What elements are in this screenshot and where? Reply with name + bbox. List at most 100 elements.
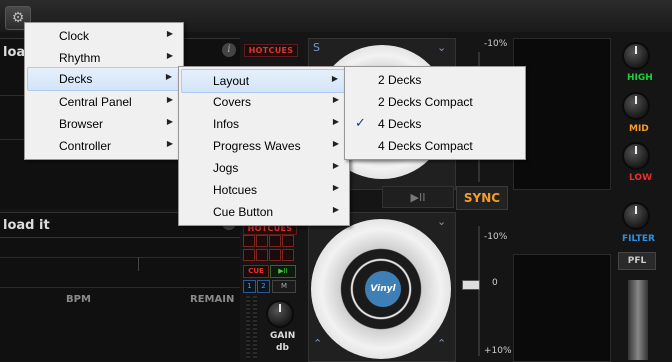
menu-item-controller[interactable]: Controller ▶ bbox=[27, 135, 181, 157]
menu-item-label: Controller bbox=[59, 139, 112, 153]
menu-item-label: Cue Button bbox=[213, 205, 274, 219]
hotcue-pad[interactable] bbox=[256, 249, 268, 261]
menu-item-infos[interactable]: Infos ▶ bbox=[181, 113, 347, 135]
hotcue-pad[interactable] bbox=[269, 249, 281, 261]
chevron-up-icon[interactable]: ⌃ bbox=[313, 337, 322, 350]
submenu-arrow-icon: ▶ bbox=[165, 72, 172, 81]
menu-item-label: Covers bbox=[213, 95, 252, 109]
hotcue-pad[interactable] bbox=[243, 249, 255, 261]
knob-indicator bbox=[635, 146, 637, 154]
eq-low-label: LOW bbox=[629, 173, 652, 183]
level-meter bbox=[246, 296, 250, 360]
submenu-arrow-icon: ▶ bbox=[332, 205, 339, 214]
menu-item-browser[interactable]: Browser ▶ bbox=[27, 113, 181, 135]
menu-item-label: Rhythm bbox=[59, 51, 101, 65]
gain-knob[interactable] bbox=[266, 300, 294, 328]
divider bbox=[138, 257, 139, 271]
submenu-arrow-icon: ▶ bbox=[332, 183, 339, 192]
divider bbox=[0, 287, 240, 288]
bpm-label: BPM bbox=[66, 294, 91, 305]
hotcue-pad[interactable] bbox=[243, 235, 255, 247]
hotcue-pad[interactable] bbox=[282, 249, 294, 261]
info-icon[interactable]: i bbox=[222, 43, 236, 57]
waveform-scope-top bbox=[513, 38, 611, 190]
submenu-arrow-icon: ▶ bbox=[166, 139, 173, 148]
eq-high-knob[interactable] bbox=[622, 42, 650, 70]
play-pause-icon[interactable]: ▶II bbox=[382, 186, 454, 208]
context-menu-layout: 2 Decks 2 Decks Compact ✓ 4 Decks 4 Decks… bbox=[344, 66, 526, 160]
chevron-down-icon[interactable]: ⌄ bbox=[437, 215, 446, 228]
hotcue-pad[interactable] bbox=[256, 235, 268, 247]
pitch-bottom-pct: +10% bbox=[484, 346, 512, 356]
menu-item-cue-button[interactable]: Cue Button ▶ bbox=[181, 201, 347, 223]
menu-item-hotcues[interactable]: Hotcues ▶ bbox=[181, 179, 347, 201]
menu-item-2-decks-compact[interactable]: 2 Decks Compact bbox=[347, 91, 523, 113]
menu-item-rhythm[interactable]: Rhythm ▶ bbox=[27, 47, 181, 69]
filter-knob[interactable] bbox=[622, 202, 650, 230]
play-pause-top[interactable]: ▶II bbox=[382, 186, 454, 208]
menu-item-4-decks[interactable]: ✓ 4 Decks bbox=[347, 113, 523, 135]
menu-item-progress-waves[interactable]: Progress Waves ▶ bbox=[181, 135, 347, 157]
filter-label: FILTER bbox=[622, 234, 655, 244]
menu-item-2-decks[interactable]: 2 Decks bbox=[347, 69, 523, 91]
menu-item-label: 4 Decks bbox=[378, 117, 422, 131]
menu-item-covers[interactable]: Covers ▶ bbox=[181, 91, 347, 113]
knob-indicator bbox=[635, 96, 637, 104]
menu-item-label: Central Panel bbox=[59, 95, 132, 109]
hotcues-label-top: HOTCUES bbox=[244, 44, 298, 57]
pitch-bottom-top-pct: -10% bbox=[484, 232, 508, 242]
jog-frame-bottom: ⌄ ⌃ ⌃ Vinyl bbox=[308, 212, 456, 362]
pfl-button[interactable]: PFL bbox=[618, 252, 656, 270]
eq-low-knob[interactable] bbox=[622, 142, 650, 170]
menu-item-clock[interactable]: Clock ▶ bbox=[27, 25, 181, 47]
menu-item-label: Clock bbox=[59, 29, 90, 43]
vinyl-logo: Vinyl bbox=[363, 269, 403, 309]
submenu-arrow-icon: ▶ bbox=[332, 139, 339, 148]
context-menu-main: Clock ▶ Rhythm ▶ Decks ▶ Central Panel ▶ Bro… bbox=[24, 22, 184, 160]
play-pause-button[interactable]: ▶II bbox=[270, 265, 296, 278]
corner-s-icon: S bbox=[313, 41, 320, 54]
submenu-arrow-icon: ▶ bbox=[166, 29, 173, 38]
hotcue-pad[interactable] bbox=[269, 235, 281, 247]
menu-item-decks[interactable]: Decks ▶ bbox=[27, 67, 181, 91]
master-button[interactable]: M bbox=[272, 280, 296, 293]
submenu-arrow-icon: ▶ bbox=[166, 117, 173, 126]
pitch-track-bottom[interactable] bbox=[478, 226, 480, 356]
menu-item-4-decks-compact[interactable]: 4 Decks Compact bbox=[347, 135, 523, 157]
channel-fader[interactable] bbox=[628, 280, 648, 360]
cue-button[interactable]: CUE bbox=[243, 265, 269, 278]
deck-num-1[interactable]: 1 bbox=[243, 280, 256, 293]
knob-indicator bbox=[279, 304, 281, 312]
pitch-mid-value: 0 bbox=[492, 278, 498, 288]
sync-button[interactable]: SYNC bbox=[456, 186, 508, 210]
menu-item-label: Decks bbox=[59, 72, 93, 86]
submenu-arrow-icon: ▶ bbox=[166, 95, 173, 104]
divider bbox=[0, 237, 240, 238]
context-menu-decks: Layout ▶ Covers ▶ Infos ▶ Progress Waves ▶ J… bbox=[178, 66, 350, 226]
hotcue-pad[interactable] bbox=[282, 235, 294, 247]
deck-num-2[interactable]: 2 bbox=[257, 280, 270, 293]
submenu-arrow-icon: ▶ bbox=[166, 51, 173, 60]
pitch-top-pct: -10% bbox=[484, 39, 508, 49]
divider bbox=[0, 257, 240, 258]
submenu-arrow-icon: ▶ bbox=[332, 161, 339, 170]
eq-mid-knob[interactable] bbox=[622, 92, 650, 120]
deck-top-title: loa bbox=[3, 45, 26, 60]
knob-indicator bbox=[635, 46, 637, 54]
menu-item-label: 4 Decks Compact bbox=[378, 139, 473, 153]
menu-item-label: Browser bbox=[59, 117, 104, 131]
menu-item-layout[interactable]: Layout ▶ bbox=[181, 69, 347, 93]
chevron-up-icon[interactable]: ⌃ bbox=[437, 337, 446, 350]
menu-item-central-panel[interactable]: Central Panel ▶ bbox=[27, 91, 181, 113]
pitch-fader-handle[interactable] bbox=[462, 280, 480, 290]
menu-item-label: Progress Waves bbox=[213, 139, 301, 153]
submenu-arrow-icon: ▶ bbox=[332, 117, 339, 126]
chevron-down-icon[interactable]: ⌄ bbox=[437, 41, 446, 54]
menu-item-label: Infos bbox=[213, 117, 240, 131]
menu-item-label: Jogs bbox=[213, 161, 239, 175]
eq-mid-label: MID bbox=[629, 124, 649, 134]
knob-indicator bbox=[635, 206, 637, 214]
level-meter bbox=[253, 296, 257, 360]
menu-item-jogs[interactable]: Jogs ▶ bbox=[181, 157, 347, 179]
menu-item-label: Hotcues bbox=[213, 183, 258, 197]
